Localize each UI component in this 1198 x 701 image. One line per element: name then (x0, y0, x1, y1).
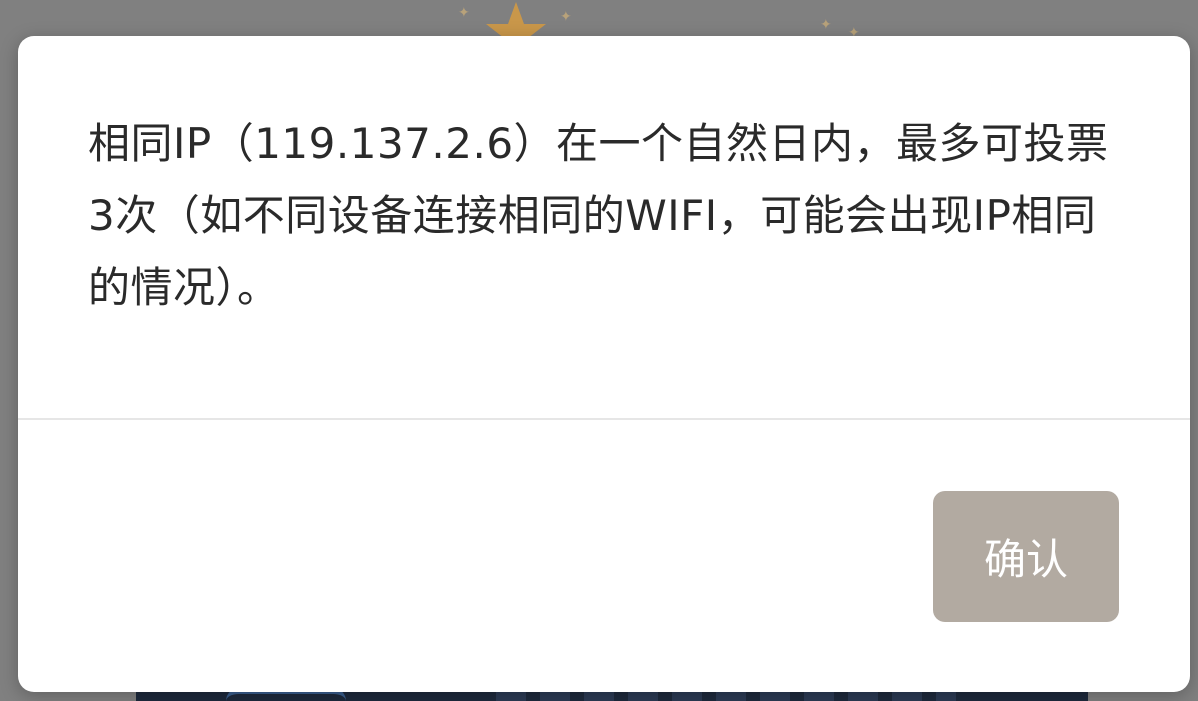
alert-dialog: 相同IP（119.137.2.6）在一个自然日内，最多可投票3次（如不同设备连接… (18, 36, 1190, 692)
confirm-button[interactable]: 确认 (933, 491, 1119, 622)
star-icon (484, 0, 548, 40)
sparkle-icon: ✦ (560, 9, 572, 25)
sparkle-icon: ✦ (820, 17, 832, 33)
dialog-divider (18, 418, 1190, 420)
sparkle-icon: ✦ (458, 5, 470, 21)
dialog-message: 相同IP（119.137.2.6）在一个自然日内，最多可投票3次（如不同设备连接… (88, 119, 1109, 312)
